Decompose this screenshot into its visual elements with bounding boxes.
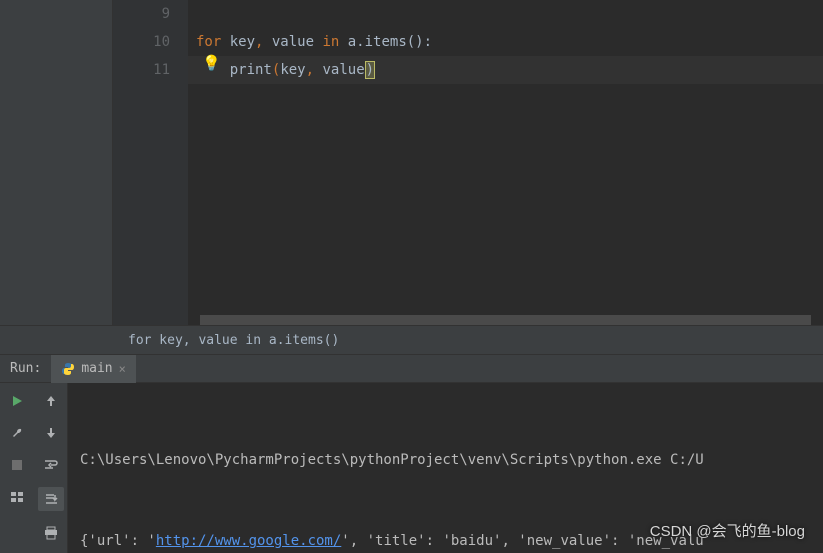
python-file-icon <box>61 362 75 376</box>
project-panel-collapsed <box>0 0 113 325</box>
horizontal-scrollbar[interactable] <box>200 315 811 325</box>
print-icon[interactable] <box>41 523 61 543</box>
scroll-to-end-icon[interactable] <box>38 487 64 511</box>
console-actions-toolbar <box>34 383 68 553</box>
code-line-current[interactable]: print(key, value) <box>188 56 823 84</box>
console-link[interactable]: http://www.google.com/ <box>156 533 341 549</box>
soft-wrap-icon[interactable] <box>41 455 61 475</box>
rerun-icon[interactable] <box>7 391 27 411</box>
watermark: CSDN @会飞的鱼-blog <box>650 520 805 541</box>
run-tool-header: Run: main × <box>0 355 823 383</box>
console-line: C:\Users\Lenovo\PycharmProjects\pythonPr… <box>80 447 811 474</box>
line-number: 11 <box>113 56 170 84</box>
run-tab[interactable]: main × <box>51 355 136 383</box>
run-label: Run: <box>0 361 51 376</box>
line-number: 9 <box>113 0 170 28</box>
close-icon[interactable]: × <box>119 362 126 376</box>
stop-icon[interactable] <box>7 455 27 475</box>
line-number: 10 <box>113 28 170 56</box>
run-tab-name: main <box>81 361 112 376</box>
run-actions-toolbar <box>0 383 34 553</box>
code-editor[interactable]: for key, value in a.items(): print(key, … <box>188 0 823 325</box>
down-arrow-icon[interactable] <box>41 423 61 443</box>
gutter[interactable]: 9 10 11 <box>113 0 188 325</box>
wrench-icon[interactable] <box>7 423 27 443</box>
up-arrow-icon[interactable] <box>41 391 61 411</box>
editor-area: 9 10 11 for key, value in a.items(): pri… <box>0 0 823 325</box>
intention-bulb-icon[interactable]: 💡 <box>202 54 221 72</box>
code-line[interactable] <box>188 0 823 28</box>
layout-icon[interactable] <box>7 487 27 507</box>
code-line[interactable]: for key, value in a.items(): <box>188 28 823 56</box>
breadcrumb[interactable]: for key, value in a.items() <box>0 325 823 355</box>
